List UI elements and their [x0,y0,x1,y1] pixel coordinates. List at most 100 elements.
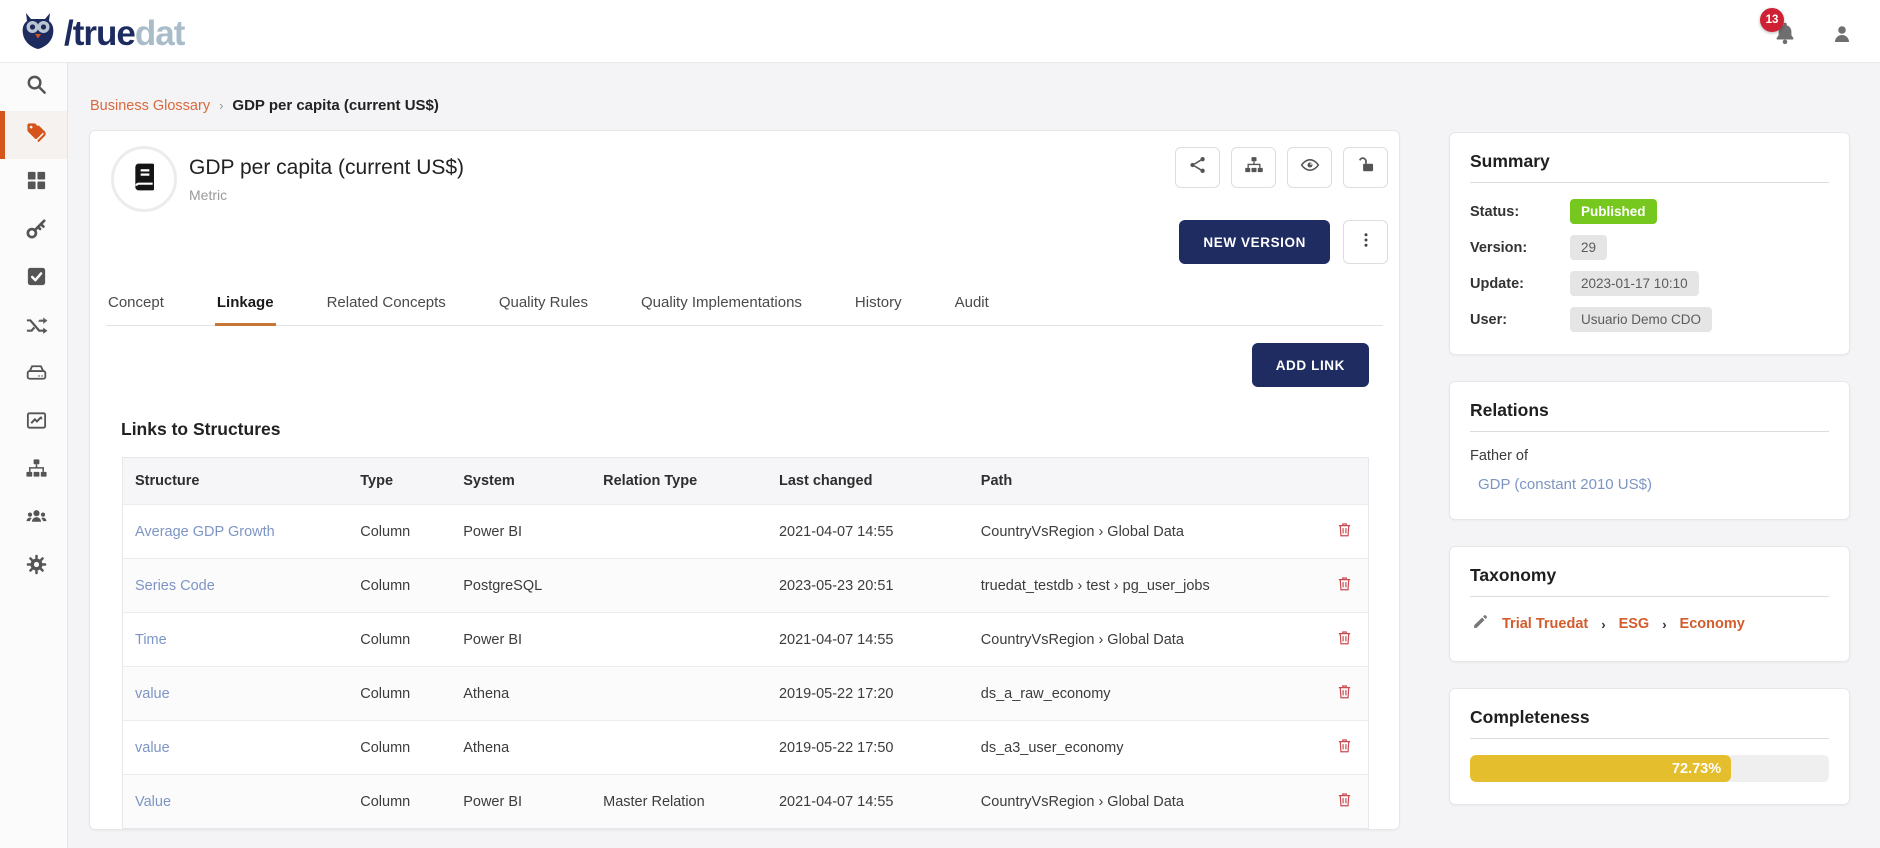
col-last-changed: Last changed [767,458,969,505]
version-badge: 29 [1570,235,1607,260]
sitemap-icon [25,457,48,485]
delete-link-button[interactable] [1336,520,1353,542]
nav-item-analytics[interactable] [0,399,67,447]
left-nav-rail [0,63,68,848]
cell-last-changed: 2019-05-22 17:20 [767,667,969,721]
concept-toolbar [1175,147,1388,188]
cell-relation-type: Master Relation [591,775,767,829]
structure-link[interactable]: value [135,740,170,756]
watch-button[interactable] [1287,147,1332,188]
col-type: Type [348,458,451,505]
trash-icon [1336,635,1353,650]
taxonomy-domain-link[interactable]: Trial Truedat [1502,616,1588,632]
edit-taxonomy-button[interactable] [1472,613,1489,635]
add-link-button[interactable]: ADD LINK [1252,343,1369,387]
concept-tabs: Concept Linkage Related Concepts Quality… [106,290,1383,326]
completeness-percent-label: 72.73% [1672,761,1721,777]
delete-link-button[interactable] [1336,682,1353,704]
tags-icon [25,121,48,149]
user-label: User: [1470,312,1570,328]
table-row: Time Column Power BI 2021-04-07 14:55 Co… [123,613,1369,667]
status-badge: Published [1570,199,1657,224]
related-concept-link[interactable]: GDP (constant 2010 US$) [1478,476,1829,493]
kebab-icon [1357,231,1375,254]
nav-item-glossary[interactable] [0,111,67,159]
structure-link[interactable]: value [135,686,170,702]
grid-icon [25,169,48,197]
user-badge: Usuario Demo CDO [1570,307,1712,332]
version-actions: NEW VERSION [1179,220,1388,264]
cell-system: PostgreSQL [451,559,591,613]
notifications-button[interactable]: 13 [1772,20,1802,50]
cell-relation-type [591,613,767,667]
update-label: Update: [1470,276,1570,292]
delete-link-button[interactable] [1336,790,1353,812]
cell-last-changed: 2019-05-22 17:50 [767,721,969,775]
table-row: value Column Athena 2019-05-22 17:50 ds_… [123,721,1369,775]
cell-system: Power BI [451,505,591,559]
delete-link-button[interactable] [1336,736,1353,758]
cell-system: Athena [451,721,591,775]
structure-link[interactable]: Time [135,632,167,648]
taxonomy-domain-link[interactable]: Economy [1680,616,1745,632]
cell-path: CountryVsRegion › Global Data [969,613,1325,667]
nav-item-dashboards[interactable] [0,159,67,207]
trash-icon [1336,743,1353,758]
tab-quality-implementations[interactable]: Quality Implementations [639,290,804,326]
user-icon [1830,33,1854,50]
cell-system: Power BI [451,775,591,829]
breadcrumb-separator: › [219,98,223,113]
check-square-icon [25,265,48,293]
top-bar: /truedat 13 [0,0,1880,63]
nav-item-access[interactable] [0,207,67,255]
taxonomy-domain-link[interactable]: ESG [1619,616,1650,632]
chart-line-icon [25,409,48,437]
delete-link-button[interactable] [1336,574,1353,596]
structure-link[interactable]: Value [135,794,171,810]
more-actions-button[interactable] [1343,220,1388,264]
truedat-logo[interactable]: /truedat [16,7,184,60]
cell-path: CountryVsRegion › Global Data [969,775,1325,829]
trash-icon [1336,689,1353,704]
tab-quality-rules[interactable]: Quality Rules [497,290,590,326]
nav-item-structures[interactable] [0,447,67,495]
cell-last-changed: 2021-04-07 14:55 [767,505,969,559]
tab-related-concepts[interactable]: Related Concepts [325,290,448,326]
concept-avatar [111,146,177,212]
nav-item-settings[interactable] [0,543,67,591]
nav-item-lineage[interactable] [0,303,67,351]
col-system: System [451,458,591,505]
table-row: value Column Athena 2019-05-22 17:20 ds_… [123,667,1369,721]
completeness-title: Completeness [1470,707,1829,739]
book-icon [128,161,160,198]
delete-link-button[interactable] [1336,628,1353,650]
share-button[interactable] [1175,147,1220,188]
right-panel: Summary Status: Published Version: 29 Up… [1449,132,1850,805]
cell-type: Column [348,667,451,721]
nav-item-search[interactable] [0,63,67,111]
user-menu-button[interactable] [1830,22,1856,48]
cell-system: Athena [451,667,591,721]
completeness-panel: Completeness 72.73% [1449,688,1850,805]
tab-history[interactable]: History [853,290,904,326]
gear-icon [25,553,48,581]
structure-view-button[interactable] [1231,147,1276,188]
breadcrumb-parent-link[interactable]: Business Glossary [90,98,210,114]
tab-concept[interactable]: Concept [106,290,166,326]
search-icon [25,73,48,101]
nav-item-users[interactable] [0,495,67,543]
structure-link[interactable]: Series Code [135,578,215,594]
status-label: Status: [1470,204,1570,220]
shuffle-icon [25,313,48,341]
new-version-button[interactable]: NEW VERSION [1179,220,1330,264]
nav-item-data-sources[interactable] [0,351,67,399]
nav-item-quality[interactable] [0,255,67,303]
structure-link[interactable]: Average GDP Growth [135,524,275,540]
tab-audit[interactable]: Audit [953,290,991,326]
confidential-toggle-button[interactable] [1343,147,1388,188]
tab-linkage[interactable]: Linkage [215,290,276,326]
trash-icon [1336,581,1353,596]
cell-relation-type [591,505,767,559]
taxonomy-panel: Taxonomy Trial Truedat › ESG › Economy [1449,546,1850,662]
cell-type: Column [348,721,451,775]
